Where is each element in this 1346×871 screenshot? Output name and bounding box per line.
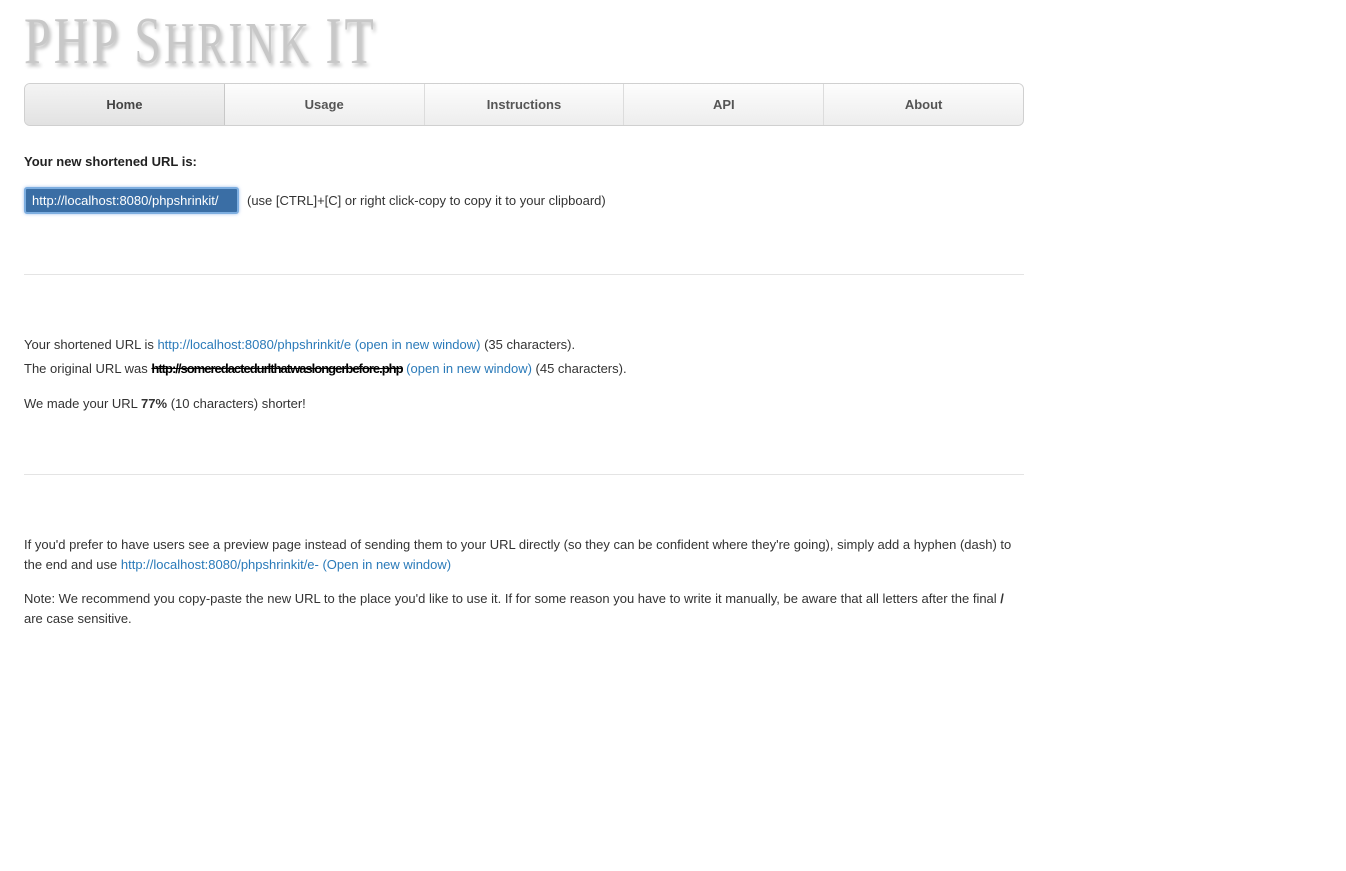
note-prefix: Note: We recommend you copy-paste the ne…	[24, 591, 1000, 606]
separator	[24, 274, 1024, 275]
shortened-summary-line: Your shortened URL is http://localhost:8…	[24, 335, 1024, 355]
savings-suffix: (10 characters) shorter!	[167, 396, 306, 411]
case-note: Note: We recommend you copy-paste the ne…	[24, 589, 1024, 629]
original-prefix: The original URL was	[24, 361, 151, 376]
savings-line: We made your URL 77% (10 characters) sho…	[24, 394, 1024, 414]
shortened-url-input[interactable]	[24, 187, 239, 214]
original-summary-line: The original URL was http://someredacted…	[24, 359, 1024, 379]
result-heading: Your new shortened URL is:	[24, 154, 1024, 169]
original-suffix: (45 characters).	[532, 361, 627, 376]
savings-percent: 77%	[141, 396, 167, 411]
copy-hint: (use [CTRL]+[C] or right click-copy to c…	[247, 193, 606, 208]
preview-url-link[interactable]: http://localhost:8080/phpshrinkit/e- (Op…	[121, 557, 451, 572]
shortened-prefix: Your shortened URL is	[24, 337, 157, 352]
original-url-redacted: http://someredactedurlthatwaslongerbefor…	[151, 361, 402, 376]
savings-prefix: We made your URL	[24, 396, 141, 411]
note-slash: /	[1000, 591, 1004, 606]
shortened-url-link[interactable]: http://localhost:8080/phpshrinkit/e (ope…	[157, 337, 480, 352]
preview-tip: If you'd prefer to have users see a prev…	[24, 535, 1024, 575]
separator	[24, 474, 1024, 475]
shortened-suffix: (35 characters).	[480, 337, 575, 352]
note-suffix: are case sensitive.	[24, 611, 132, 626]
site-logo: PHP SHRINK IT	[24, 0, 1322, 91]
original-url-link[interactable]: (open in new window)	[403, 361, 532, 376]
